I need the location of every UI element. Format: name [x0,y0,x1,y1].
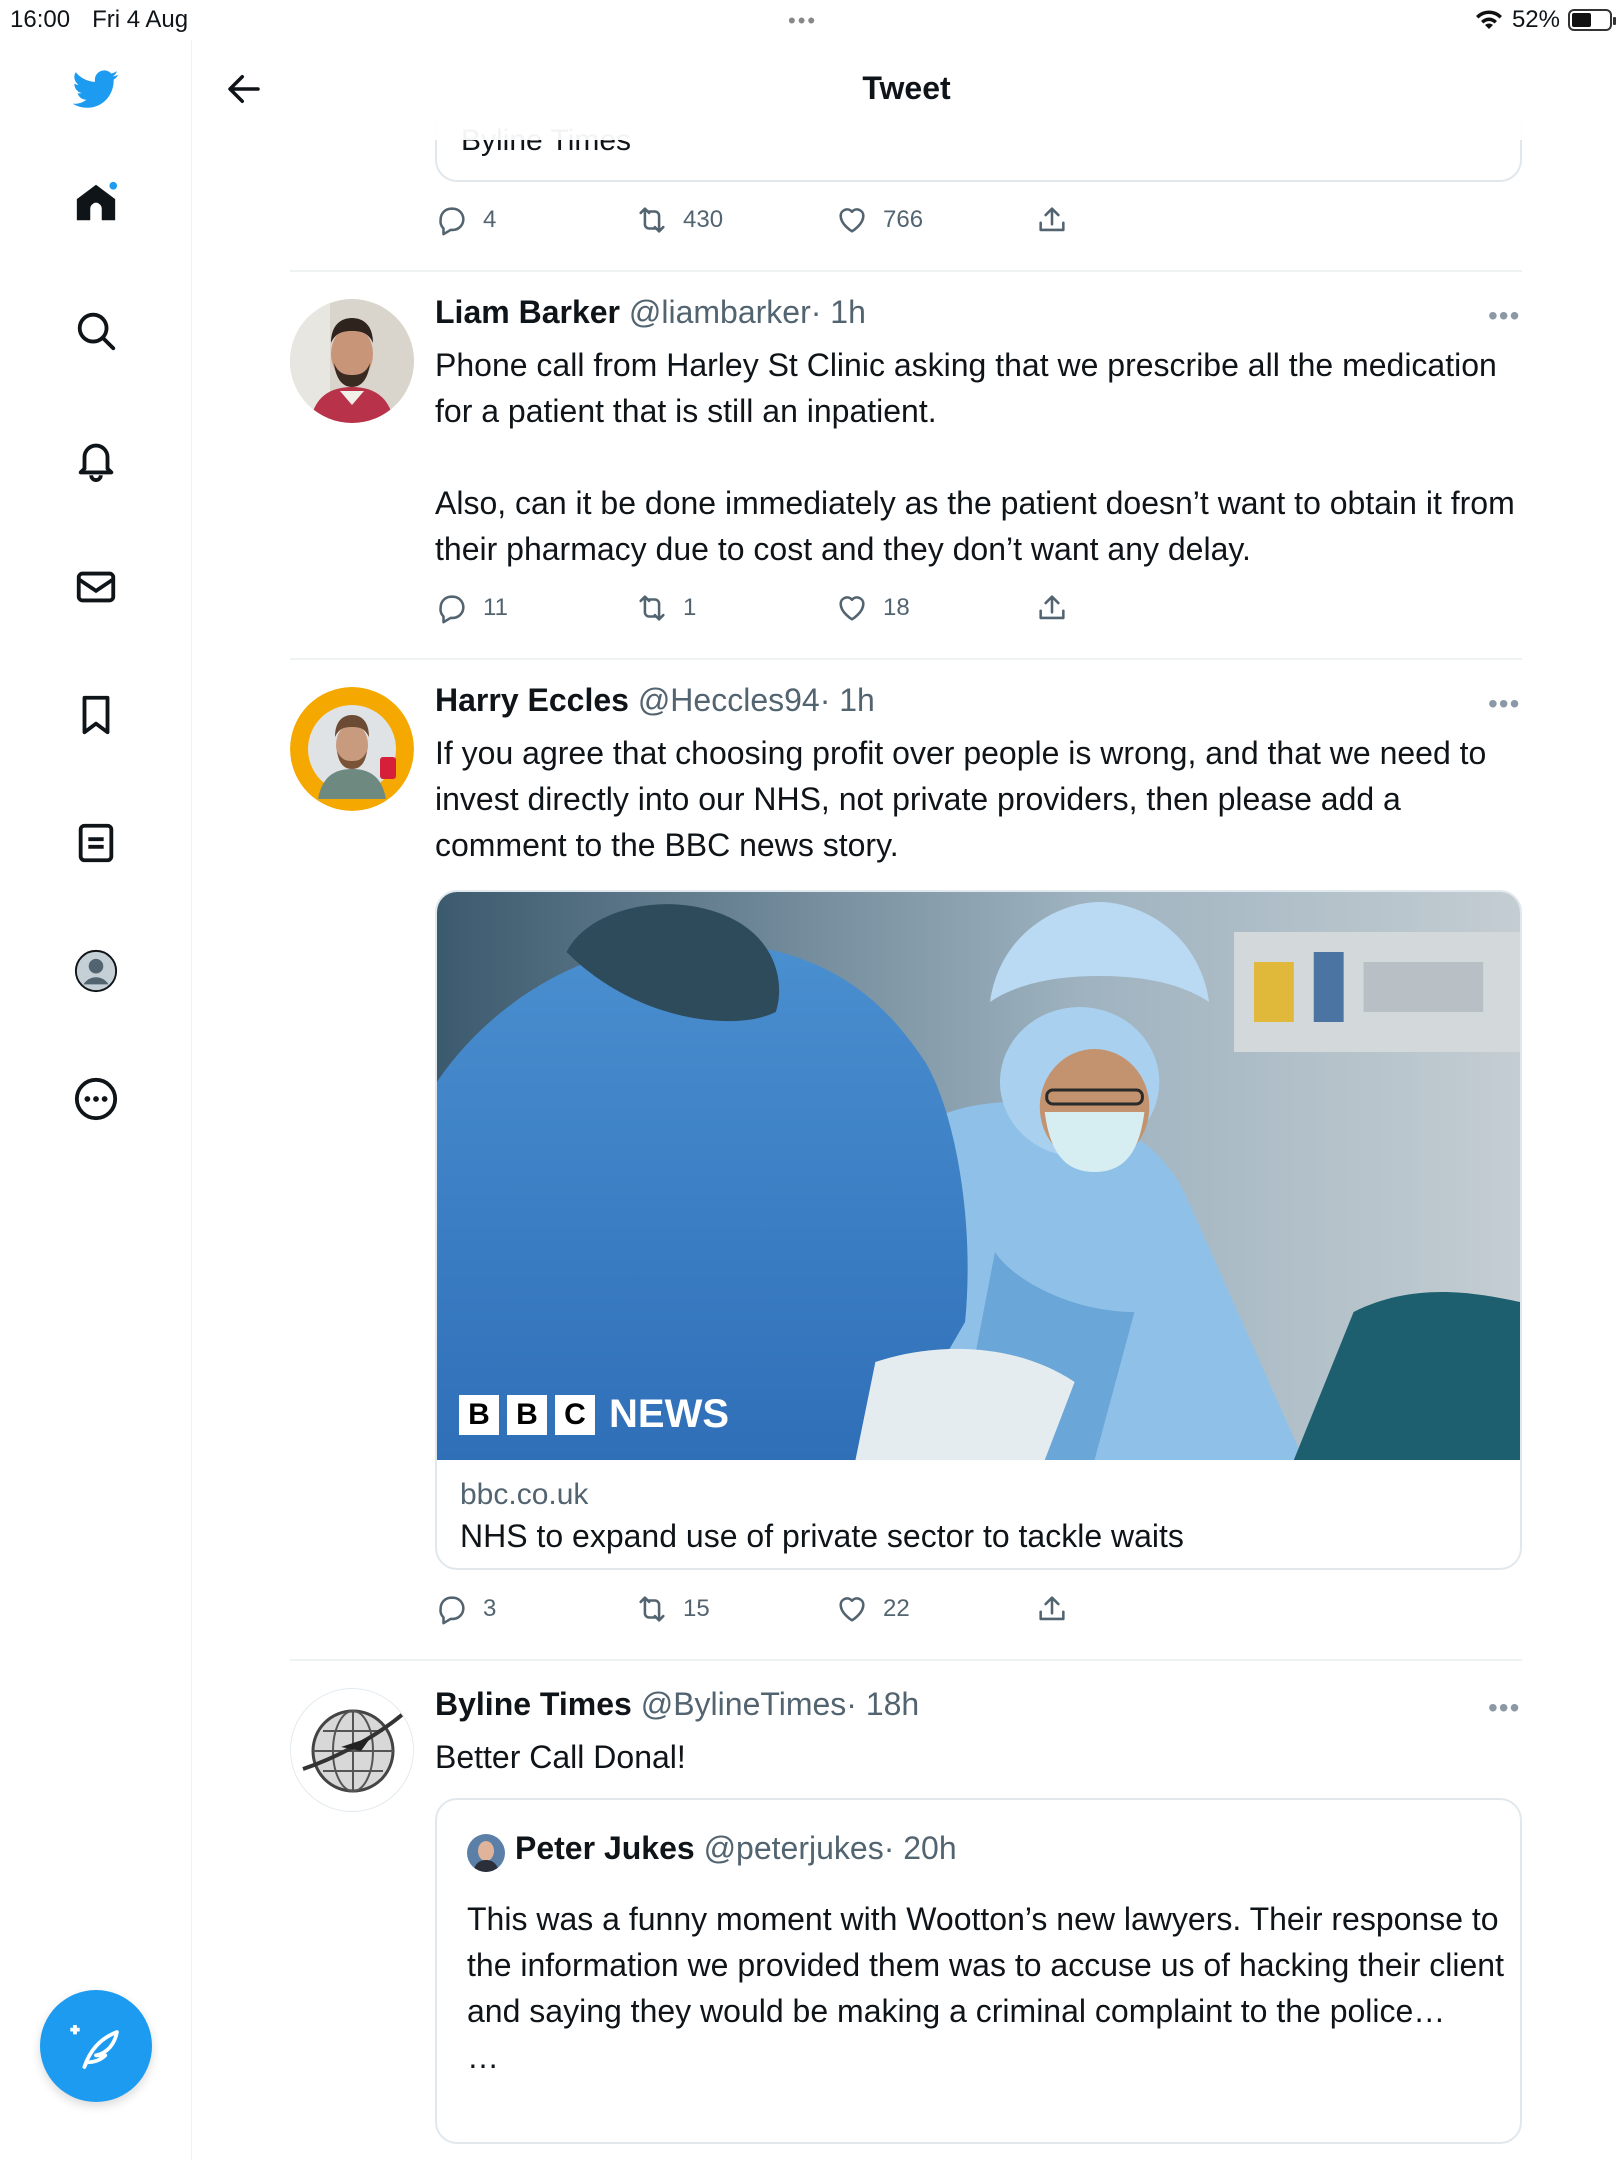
display-name[interactable]: Byline Times [435,1686,632,1722]
quote-avatar [467,1834,505,1872]
quote-display-name: Peter Jukes [515,1830,695,1866]
divider [290,1659,1522,1661]
mail-icon[interactable] [71,562,121,612]
divider [290,658,1522,660]
retweet-count: 1 [683,594,697,621]
avatar[interactable] [290,687,414,811]
more-icon[interactable] [71,1074,121,1124]
tweet-actions: 4 430 766 [435,203,1095,237]
tweet-actions: 11 1 18 [435,591,1095,625]
tweet-actions: 3 15 22 [435,1592,1095,1626]
avatar[interactable] [290,299,414,423]
like-button[interactable]: 18 [835,591,1035,625]
heart-icon [839,1597,865,1622]
retweet-count: 15 [683,1595,710,1622]
user-handle[interactable]: @BylineTimes [641,1686,847,1722]
link-title: NHS to expand use of private sector to t… [460,1518,1184,1554]
tweet-time[interactable]: · 1h [820,682,875,718]
multitask-dots-icon[interactable]: ••• [788,8,817,34]
bookmark-icon[interactable] [71,690,121,740]
share-button[interactable] [1035,203,1095,237]
user-handle[interactable]: @liambarker [629,294,811,330]
divider [290,270,1522,272]
like-button[interactable]: 22 [835,1592,1035,1626]
reply-icon [439,595,465,624]
compose-tweet-button[interactable] [40,1990,152,2102]
tweet-text: Better Call Donal! [435,1734,1515,1780]
battery-percent: 52% [1511,6,1560,33]
share-icon [1039,595,1065,620]
search-icon[interactable] [71,306,121,356]
bell-icon[interactable] [71,434,121,484]
tweet-header: Harry Eccles @Heccles94· 1h [435,682,875,719]
status-bar: 16:00 Fri 4 Aug ••• 52% [0,0,1620,40]
quote-text: This was a funny moment with Wootton’s n… [467,1896,1507,2080]
reply-count: 4 [483,206,497,233]
avatar[interactable] [290,1688,414,1812]
like-count: 22 [883,1595,910,1622]
retweet-button[interactable]: 15 [635,1592,835,1626]
status-date: Fri 4 Aug [92,6,189,33]
more-options-button[interactable]: ••• [1488,300,1520,332]
link-domain: bbc.co.uk [460,1478,589,1511]
display-name[interactable]: Harry Eccles [435,682,629,718]
tweet-time[interactable]: · 18h [846,1686,919,1722]
heart-icon [839,596,865,621]
sidebar [0,40,192,2160]
share-button[interactable] [1035,591,1095,625]
reply-button[interactable]: 3 [435,1592,635,1626]
reply-icon [439,1596,465,1625]
share-icon [1039,207,1065,232]
link-preview-card[interactable]: B B C NEWS bbc.co.uk NHS to expand use o… [435,890,1522,1570]
tweet-time[interactable]: · 1h [811,294,866,330]
more-options-button[interactable]: ••• [1488,688,1520,720]
user-handle[interactable]: @Heccles94 [638,682,820,718]
retweet-icon [639,595,665,621]
home-icon[interactable] [71,178,121,228]
quote-header: Peter Jukes @peterjukes· 20h [515,1830,957,1867]
battery-icon [1568,9,1616,31]
retweet-count: 430 [683,206,724,233]
like-button[interactable]: 766 [835,203,1035,237]
quote-handle: @peterjukes [703,1830,884,1866]
retweet-button[interactable]: 1 [635,591,835,625]
wifi-icon [1475,10,1502,29]
retweet-icon [639,1596,665,1622]
tweet-header: Liam Barker @liambarker· 1h [435,294,866,331]
list-icon[interactable] [71,818,121,868]
like-count: 766 [883,206,924,233]
quote-body: This was a funny moment with Wootton’s n… [467,1901,1504,2075]
top-header: Tweet [193,40,1620,140]
more-options-button[interactable]: ••• [1488,1692,1520,1724]
twitter-logo-icon[interactable] [71,64,121,114]
tweet-body: Phone call from Harley St Clinic asking … [435,347,1515,567]
page-title: Tweet [862,70,951,106]
tweet-body: Better Call Donal! [435,1739,686,1775]
heart-icon [839,208,865,233]
status-time: 16:00 [10,6,71,33]
reply-button[interactable]: 11 [435,591,635,625]
like-count: 18 [883,594,910,621]
bbc-news-logo: B B C NEWS [459,1392,729,1437]
reply-count: 11 [483,594,508,621]
profile-icon[interactable] [71,946,121,996]
article-image [437,892,1520,1460]
tweet-text: Phone call from Harley St Clinic asking … [435,342,1515,572]
feather-plus-icon [70,2025,119,2069]
tweet-body: If you agree that choosing profit over p… [435,735,1496,863]
tweet-text: If you agree that choosing profit over p… [435,730,1515,868]
retweet-button[interactable]: 430 [635,203,835,237]
retweet-icon [639,207,665,233]
tweet-header: Byline Times @BylineTimes· 18h [435,1686,919,1723]
reply-button[interactable]: 4 [435,203,635,237]
reply-icon [439,207,465,236]
display-name[interactable]: Liam Barker [435,294,620,330]
share-button[interactable] [1035,1592,1095,1626]
reply-count: 3 [483,1595,497,1622]
quoted-tweet[interactable]: Peter Jukes @peterjukes· 20h This was a … [435,1798,1522,2144]
share-icon [1039,1596,1065,1621]
quote-time: · 20h [883,1830,957,1866]
